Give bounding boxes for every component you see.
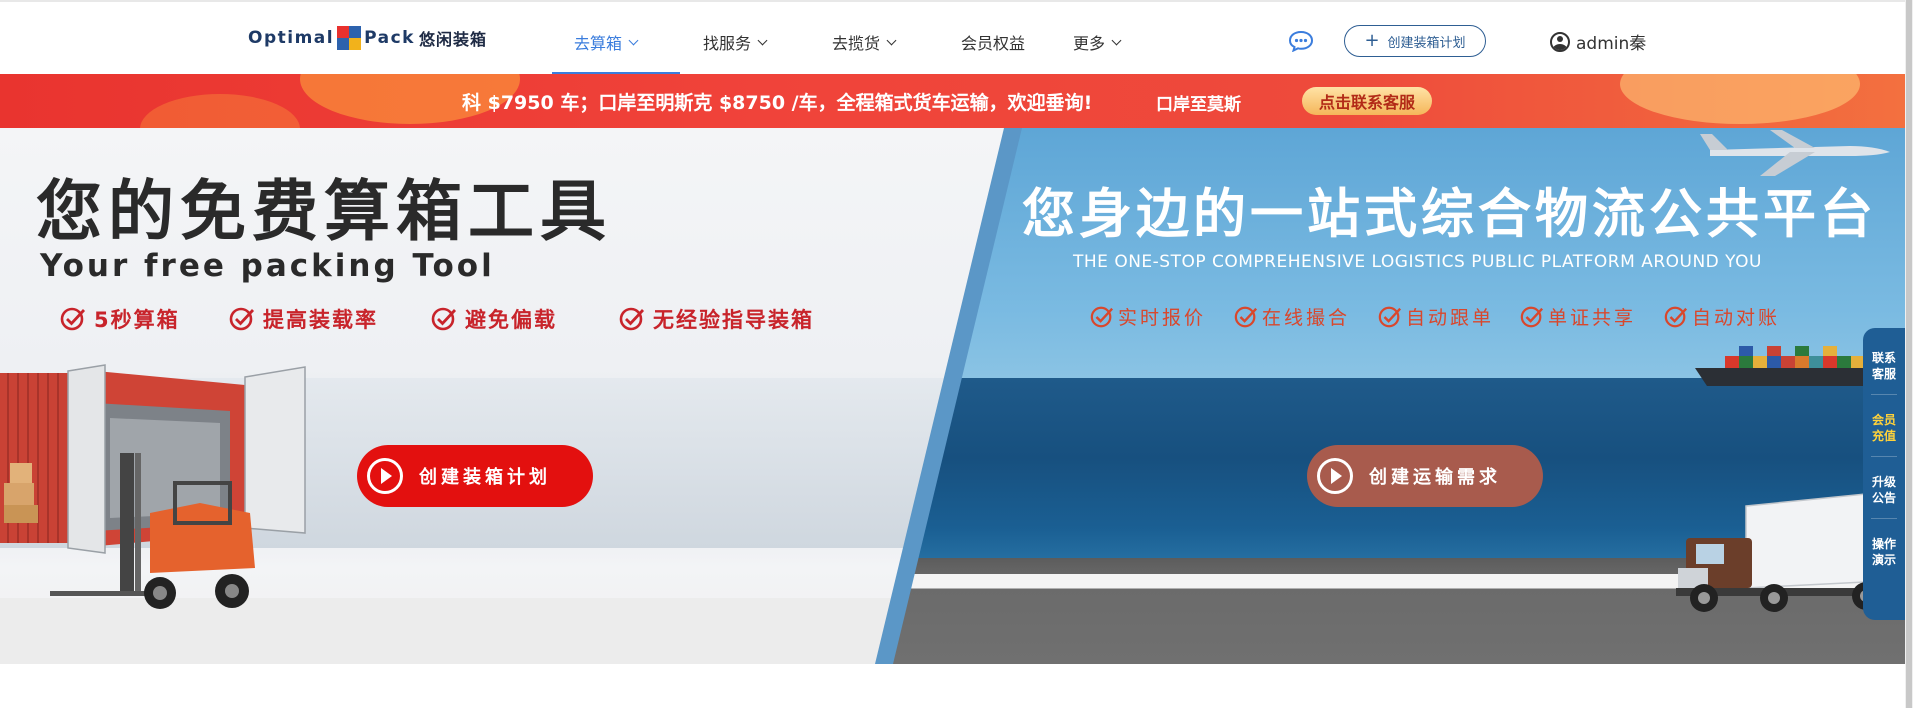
side-dock: 联系 客服 会员 充值 升级 公告 操作 演示 [1863, 328, 1905, 620]
feature-label: 实时报价 [1118, 307, 1207, 329]
promo-message-secondary: 口岸至莫斯 [1156, 95, 1241, 115]
hero-right-feature: 实时报价 [1090, 303, 1206, 330]
logo-word-optimal: Optimal [248, 28, 335, 48]
nav-item-label: 去揽货 [832, 34, 881, 53]
side-divider [1871, 518, 1897, 519]
user-avatar-icon [1550, 31, 1570, 52]
chat-bubble-icon[interactable] [1288, 30, 1314, 52]
check-circle-icon [1234, 306, 1258, 327]
hero-right-feature: 在线撮合 [1234, 303, 1350, 330]
logo-cube-icon [336, 25, 362, 51]
hero-left-feature: 无经验指导装箱 [619, 304, 814, 334]
play-circle-icon [367, 458, 403, 494]
top-navbar: Optimal Pack 悠闲装箱 去算箱 找服务 去揽货 会员权益 更多 + … [0, 0, 1913, 75]
create-packing-plan-label: 创建装箱计划 [1387, 35, 1466, 51]
feature-label: 提高装载率 [263, 308, 378, 332]
feature-label: 避免偏载 [465, 308, 557, 332]
create-packing-plan-button[interactable]: + 创建装箱计划 [1344, 25, 1486, 57]
nav-item-member-rights[interactable]: 会员权益 [961, 30, 1025, 54]
logo-word-pack: Pack [364, 28, 415, 48]
side-operation-demo[interactable]: 操作 演示 [1863, 536, 1905, 568]
promo-decor [140, 94, 300, 128]
check-circle-icon [431, 307, 457, 331]
feature-label: 在线撮合 [1262, 307, 1351, 329]
feature-label: 5秒算箱 [94, 308, 180, 332]
create-transport-demand-cta[interactable]: 创建运输需求 [1307, 445, 1543, 507]
side-upgrade-notice[interactable]: 升级 公告 [1863, 474, 1905, 506]
cta-label: 创建装箱计划 [419, 467, 551, 488]
check-circle-icon [1664, 306, 1688, 327]
hero-right-title: 您身边的一站式综合物流公共平台 [1022, 184, 1877, 245]
check-circle-icon [619, 307, 645, 331]
play-circle-icon [1317, 458, 1353, 494]
nav-item-collect-cargo[interactable]: 去揽货 [832, 30, 897, 54]
plus-icon: + [1364, 30, 1380, 51]
chevron-down-icon [757, 35, 768, 45]
hero-left-feature: 提高装载率 [229, 304, 378, 334]
nav-item-label: 找服务 [703, 34, 752, 53]
site-logo[interactable]: Optimal Pack 悠闲装箱 [248, 24, 487, 52]
promo-decor [1620, 74, 1860, 124]
hero-banner: 您的免费算箱工具 Your free packing Tool 5秒算箱 提高装… [0, 128, 1905, 664]
hero-right-feature: 单证共享 [1520, 303, 1636, 330]
check-circle-icon [229, 307, 255, 331]
side-member-recharge[interactable]: 会员 充值 [1863, 412, 1905, 444]
check-circle-icon [1520, 306, 1544, 327]
check-circle-icon [60, 307, 86, 331]
contact-service-button[interactable]: 点击联系客服 [1302, 87, 1432, 115]
side-divider [1871, 394, 1897, 395]
hero-right-subtitle: THE ONE-STOP COMPREHENSIVE LOGISTICS PUB… [1073, 252, 1762, 272]
container-forklift-illustration [0, 364, 306, 609]
feature-label: 无经验指导装箱 [653, 308, 814, 332]
check-circle-icon [1090, 306, 1114, 327]
create-packing-plan-cta[interactable]: 创建装箱计划 [357, 445, 593, 507]
username: admin秦 [1576, 34, 1647, 54]
hero-left-feature: 避免偏载 [431, 304, 557, 334]
feature-label: 单证共享 [1548, 307, 1637, 329]
hero-left-subtitle: Your free packing Tool [40, 248, 495, 284]
logo-cn-text: 悠闲装箱 [418, 30, 487, 49]
chevron-down-icon [886, 35, 897, 45]
app-root: Optimal Pack 悠闲装箱 去算箱 找服务 去揽货 会员权益 更多 + … [0, 0, 1913, 708]
check-circle-icon [1378, 306, 1402, 327]
chevron-down-icon [1111, 35, 1122, 45]
hero-right-feature: 自动跟单 [1378, 303, 1494, 330]
cta-label: 创建运输需求 [1369, 467, 1501, 488]
feature-label: 自动对账 [1692, 307, 1781, 329]
user-menu[interactable]: admin秦 [1550, 29, 1646, 54]
page-scrollbar-thumb[interactable] [1906, 0, 1912, 708]
nav-item-label: 去算箱 [574, 34, 623, 53]
nav-item-label: 会员权益 [961, 34, 1026, 53]
feature-label: 自动跟单 [1406, 307, 1495, 329]
hero-left-title: 您的免费算箱工具 [36, 173, 612, 250]
nav-item-more[interactable]: 更多 [1073, 30, 1122, 54]
hero-left-feature: 5秒算箱 [60, 304, 180, 334]
hero-right-feature: 自动对账 [1664, 303, 1780, 330]
promo-message: 科 $7950 车；口岸至明斯克 $8750 /车，全程箱式货车运输，欢迎垂询! [462, 92, 1093, 114]
airplane-illustration [1700, 130, 1890, 176]
side-contact-service[interactable]: 联系 客服 [1863, 350, 1905, 382]
promo-banner: 科 $7950 车；口岸至明斯克 $8750 /车，全程箱式货车运输，欢迎垂询!… [0, 74, 1905, 128]
chevron-down-icon [628, 35, 639, 45]
nav-item-find-service[interactable]: 找服务 [703, 30, 768, 54]
nav-item-label: 更多 [1073, 34, 1106, 53]
nav-item-calc-box[interactable]: 去算箱 [574, 30, 639, 54]
side-divider [1871, 456, 1897, 457]
